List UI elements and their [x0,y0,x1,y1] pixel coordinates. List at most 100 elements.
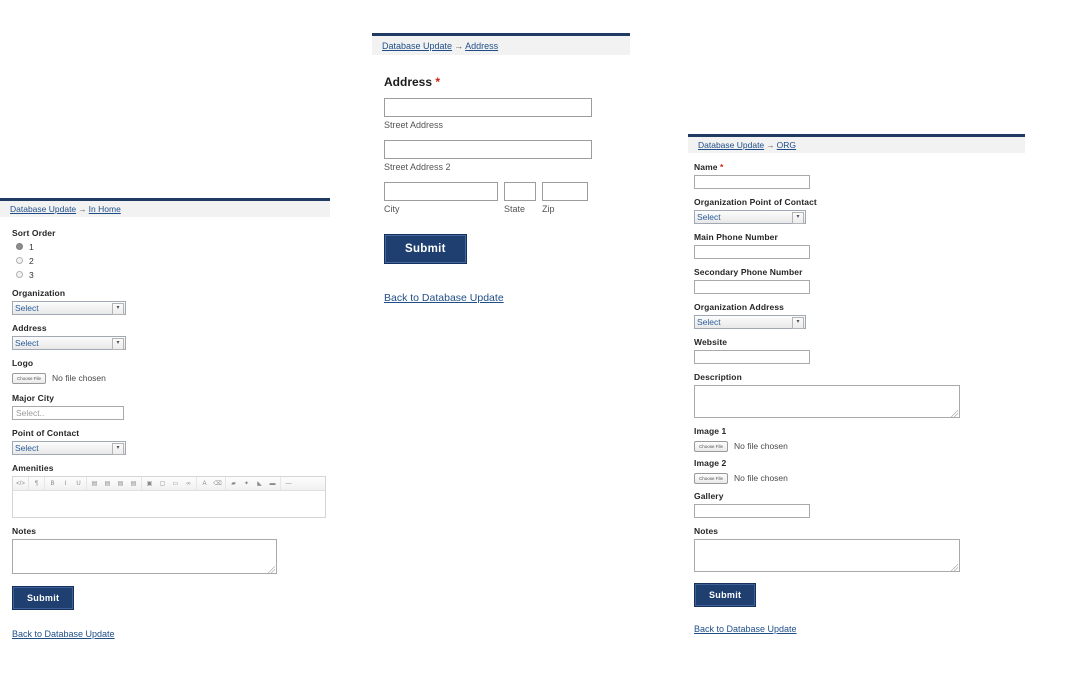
breadcrumb-current-link[interactable]: ORG [777,140,796,150]
paragraph-format-icon[interactable]: ¶ [30,477,43,490]
secondary-phone-input[interactable] [694,280,810,294]
panel-org: Database Update → ORG Name * Organization … [688,134,1025,637]
insert-link-icon[interactable]: ∞ [182,477,195,490]
name-input[interactable] [694,175,810,189]
back-to-database-update-link[interactable]: Back to Database Update [694,624,797,634]
chevron-down-icon[interactable]: ▾ [112,303,124,315]
website-input[interactable] [694,350,810,364]
sort-order-option-3[interactable]: 3 [12,269,330,280]
source-code-icon[interactable]: </> [14,477,27,490]
logo-file-status: No file chosen [52,373,106,383]
field-notes: Notes [12,525,330,574]
logo-file-input[interactable]: Choose File No file chosen [12,371,330,385]
editor-toolbar[interactable]: </> ¶ B I U ▤ ▤ ▤ ▤ ▣ ▢ ▭ ∞ A ⌫ ▰ ✦ ◣ ▬ — [13,477,325,491]
image-2-file-input[interactable]: Choose File No file chosen [694,471,1025,485]
city-input[interactable] [384,182,498,201]
breadcrumb-root-link[interactable]: Database Update [382,41,452,51]
align-justify-icon[interactable]: ▤ [127,477,140,490]
address-heading-text: Address [384,75,433,89]
field-image-2: Image 2 Choose File No file chosen [694,457,1025,485]
chevron-down-icon[interactable]: ▾ [792,212,804,224]
image-1-label: Image 1 [694,426,727,436]
org-submit-row: Submit [694,583,1025,607]
form-in-home: Sort Order 1 2 3 Organization Select ▾ A… [0,217,330,642]
chevron-down-icon[interactable]: ▾ [112,338,124,350]
clear-format-icon[interactable]: ⌫ [211,477,224,490]
submit-button[interactable]: Submit [694,583,757,607]
submit-button[interactable]: Submit [12,586,75,610]
submit-button[interactable]: Submit [384,234,467,264]
back-to-database-update-link[interactable]: Back to Database Update [12,629,115,639]
breadcrumb-root-link[interactable]: Database Update [10,204,76,214]
field-name: Name * [694,161,1025,189]
back-to-database-update-link[interactable]: Back to Database Update [384,292,504,304]
editor-toolbar-group: ¶ [29,477,45,490]
sort-order-option-1[interactable]: 1 [12,241,330,252]
point-of-contact-select-value: Select [15,443,39,453]
field-org-notes: Notes [694,525,1025,572]
horizontal-rule-icon[interactable]: — [282,477,295,490]
address-select[interactable]: Select ▾ [12,336,126,350]
editor-toolbar-group: A ⌫ [197,477,226,490]
address-submit-row: Submit [384,234,630,264]
choose-file-button[interactable]: Choose File [12,372,47,384]
chevron-down-icon[interactable]: ▾ [792,317,804,329]
point-of-contact-select[interactable]: Select ▾ [12,441,126,455]
radio-icon[interactable] [16,257,23,264]
org-point-of-contact-select[interactable]: Select ▾ [694,210,806,224]
amenities-rich-editor[interactable]: </> ¶ B I U ▤ ▤ ▤ ▤ ▣ ▢ ▭ ∞ A ⌫ ▰ ✦ ◣ ▬ — [12,476,326,518]
major-city-label: Major City [12,393,55,403]
image-1-file-status: No file chosen [734,441,788,451]
insert-image-icon[interactable]: ▣ [143,477,156,490]
insert-video-icon[interactable]: ▢ [156,477,169,490]
italic-icon[interactable]: I [59,477,72,490]
state-input[interactable] [504,182,536,201]
breadcrumb-root-link[interactable]: Database Update [698,140,764,150]
radio-icon[interactable] [16,243,23,250]
secondary-phone-label: Secondary Phone Number [694,267,803,277]
organization-select-value: Select [15,303,39,313]
breadcrumb-org: Database Update → ORG [688,134,1025,153]
text-color-icon[interactable]: A [198,477,211,490]
chevron-down-icon[interactable]: ▾ [112,443,124,455]
insert-embed-icon[interactable]: ▭ [169,477,182,490]
sort-order-option-label: 3 [29,269,34,280]
align-center-icon[interactable]: ▤ [101,477,114,490]
gallery-input[interactable] [694,504,810,518]
org-point-of-contact-value: Select [697,212,721,222]
bold-icon[interactable]: B [46,477,59,490]
resize-grip-icon[interactable] [268,566,275,573]
resize-grip-icon[interactable] [951,564,958,571]
image-1-file-input[interactable]: Choose File No file chosen [694,439,1025,453]
field-street-address: Street Address [384,98,630,130]
main-phone-input[interactable] [694,245,810,259]
choose-file-button[interactable]: Choose File [694,440,729,452]
org-notes-textarea[interactable] [694,539,960,572]
amenities-editor-body[interactable] [13,491,325,517]
field-zip: Zip [542,182,588,214]
choose-file-button[interactable]: Choose File [694,472,729,484]
address-select-value: Select [15,338,39,348]
radio-icon[interactable] [16,271,23,278]
numbered-list-icon[interactable]: ▬ [266,477,279,490]
breadcrumb-current-link[interactable]: Address [465,41,498,51]
bullet-list-icon[interactable]: ✦ [240,477,253,490]
major-city-input[interactable] [12,406,124,420]
indent-icon[interactable]: ▰ [227,477,240,490]
zip-input[interactable] [542,182,588,201]
name-label-text: Name [694,162,718,172]
breadcrumb-current-link[interactable]: In Home [89,204,121,214]
organization-select[interactable]: Select ▾ [12,301,126,315]
notes-textarea[interactable] [12,539,277,574]
in-home-submit-row: Submit [12,586,330,610]
org-address-select[interactable]: Select ▾ [694,315,806,329]
outdent-icon[interactable]: ◣ [253,477,266,490]
sort-order-option-2[interactable]: 2 [12,255,330,266]
align-right-icon[interactable]: ▤ [114,477,127,490]
resize-grip-icon[interactable] [951,410,958,417]
underline-icon[interactable]: U [72,477,85,490]
street-address-2-input[interactable] [384,140,592,159]
street-address-input[interactable] [384,98,592,117]
align-left-icon[interactable]: ▤ [88,477,101,490]
description-textarea[interactable] [694,385,960,418]
